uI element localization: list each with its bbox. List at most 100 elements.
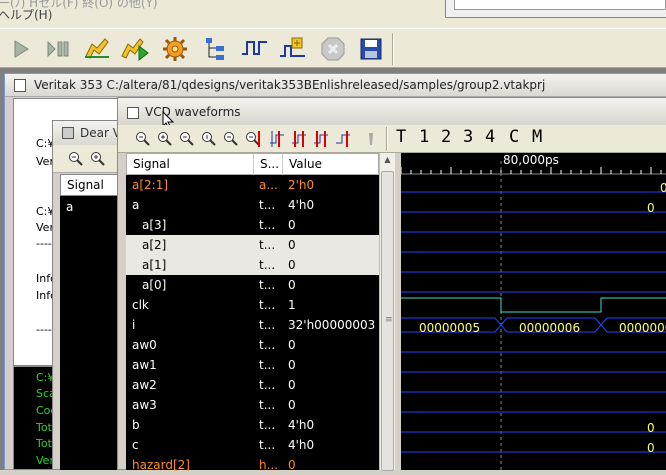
signal-row[interactable]: b t... 4'h0 [126, 415, 379, 435]
marker-t-button[interactable]: T [396, 127, 406, 147]
signal-size: t... [259, 418, 276, 432]
signal-size: t... [259, 238, 276, 252]
signal-list: a[2:1] a... 2'h0 a t... 4'h0 a[3] t... 0 a[2] t...… [126, 175, 379, 472]
marker-c-button[interactable]: C [509, 127, 519, 147]
signal-name: a[3] [142, 218, 167, 232]
settings-gear-icon[interactable] [160, 34, 190, 64]
next-transition-icon[interactable] [334, 130, 352, 148]
marker-4-button[interactable]: 4 [485, 127, 495, 147]
signal-value: 4'h0 [288, 418, 315, 432]
dear-signal-label: Signal [67, 178, 104, 192]
column-divider[interactable] [282, 154, 283, 176]
wave-value-b: 0 [647, 421, 655, 435]
save-icon[interactable] [356, 34, 386, 64]
window-icon [62, 127, 74, 139]
log-line: ---- [36, 323, 52, 336]
column-signal[interactable]: Signal [133, 157, 170, 171]
signal-value: 0 [288, 378, 296, 392]
signal-name: c [132, 438, 139, 452]
prev-edge-icon[interactable] [268, 130, 286, 148]
signal-row[interactable]: a[3] t... 0 [126, 215, 379, 235]
signal-size: t... [259, 378, 276, 392]
clk-wave [401, 297, 666, 313]
play-icon[interactable] [6, 34, 36, 64]
signal-row[interactable]: a t... 4'h0 [126, 195, 379, 215]
signal-value: 0 [288, 398, 296, 412]
wave-value-i-seg2: 00000006 [519, 321, 581, 335]
signal-name: aw3 [132, 398, 157, 412]
toolbar-separator [386, 127, 388, 151]
pause-icon[interactable] [44, 34, 74, 64]
signal-row[interactable]: aw0 t... 0 [126, 335, 379, 355]
waveform-icon[interactable] [240, 34, 270, 64]
signal-row[interactable]: a[0] t... 0 [126, 275, 379, 295]
stop-icon[interactable] [318, 34, 348, 64]
signal-row[interactable]: i t... 32'h00000003 [126, 315, 379, 335]
next-edge-icon[interactable] [290, 130, 308, 148]
signal-size: t... [259, 298, 276, 312]
signal-value: 0 [288, 278, 296, 292]
waveform-canvas[interactable]: 80,000ps 0 0 00000005 00000006 000000 0 0… [401, 153, 666, 470]
compile-run-icon[interactable] [120, 34, 150, 64]
zoom-out-icon[interactable] [67, 150, 85, 168]
log-line: ---- [36, 237, 52, 250]
signal-row[interactable]: aw3 t... 0 [126, 395, 379, 415]
scroll-up-icon[interactable]: ▲ [382, 155, 393, 166]
zoom-marker-icon[interactable] [244, 130, 262, 148]
vcd-toolbar: T 1 2 3 4 C M [118, 125, 666, 153]
signal-row[interactable]: aw1 t... 0 [126, 355, 379, 375]
menu-bar: ー(ﾉ) Hセル(F) 終(O) の他(Y) ヘルプ(H) [0, 0, 666, 28]
veritak-title-bar[interactable]: Veritak 353 C:/altera/81/qdesigns/verita… [5, 74, 666, 97]
document-icon [14, 79, 26, 92]
signal-scrollbar[interactable]: ▲ ≡ [379, 153, 395, 471]
marker-m-button[interactable]: M [532, 127, 542, 147]
signal-value: 4'h0 [288, 438, 315, 452]
signal-row[interactable]: a[2:1] a... 2'h0 [126, 175, 379, 195]
grip-icon: ≡ [385, 315, 393, 325]
background-window-field [454, 0, 666, 10]
wave-value-i-seg3: 0000000 [619, 321, 666, 335]
signal-size: t... [259, 358, 276, 372]
signal-value: 4'h0 [288, 198, 315, 212]
signal-row[interactable]: clk t... 1 [126, 295, 379, 315]
column-divider[interactable] [253, 154, 254, 176]
signal-list-header: Signal S... Value [126, 153, 379, 176]
zoom-fit-icon[interactable] [178, 130, 196, 148]
dear-signal-a[interactable]: a [66, 200, 73, 214]
column-size[interactable]: S... [260, 157, 279, 171]
signal-row[interactable]: hazard[2] h... 0 [126, 455, 379, 475]
signal-name: a[0] [142, 278, 167, 292]
signal-size: t... [259, 258, 276, 272]
signal-name: a [132, 198, 140, 212]
marker-3-button[interactable]: 3 [463, 127, 473, 147]
vcd-title-bar[interactable]: VCD waveforms [118, 98, 666, 130]
menu-help[interactable]: ヘルプ(H) [0, 6, 52, 23]
signal-row[interactable]: a[2] t... 0 [126, 235, 379, 255]
signal-name: clk [132, 298, 149, 312]
wave-value-c: 0 [647, 441, 655, 455]
add-signal-icon[interactable] [278, 34, 308, 64]
veritak-title: Veritak 353 C:/altera/81/qdesigns/verita… [34, 78, 546, 92]
compile-icon[interactable] [82, 34, 112, 64]
signal-value: 0 [288, 358, 296, 372]
zoom-in-icon[interactable] [89, 150, 107, 168]
toolbar-separator [392, 33, 394, 65]
column-value[interactable]: Value [289, 157, 322, 171]
hierarchy-icon[interactable] [200, 34, 230, 64]
zoom-area-icon[interactable] [200, 130, 218, 148]
waveform-svg [401, 161, 666, 470]
signal-row[interactable]: aw2 t... 0 [126, 375, 379, 395]
signal-row[interactable]: c t... 4'h0 [126, 435, 379, 455]
wave-value-a: 0 [647, 201, 655, 215]
marker-2-button[interactable]: 2 [441, 127, 451, 147]
signal-name: a[2:1] [132, 178, 169, 192]
signal-size: t... [259, 318, 276, 332]
zoom-cursor-icon[interactable] [222, 130, 240, 148]
scrollbar-thumb[interactable]: ≡ [381, 171, 394, 471]
prev-transition-icon[interactable] [312, 130, 330, 148]
zoom-out-icon[interactable] [134, 130, 152, 148]
marker-1-button[interactable]: 1 [419, 127, 429, 147]
dear-title: Dear V [80, 126, 121, 140]
signal-row[interactable]: a[1] t... 0 [126, 255, 379, 275]
zoom-in-icon[interactable] [156, 130, 174, 148]
